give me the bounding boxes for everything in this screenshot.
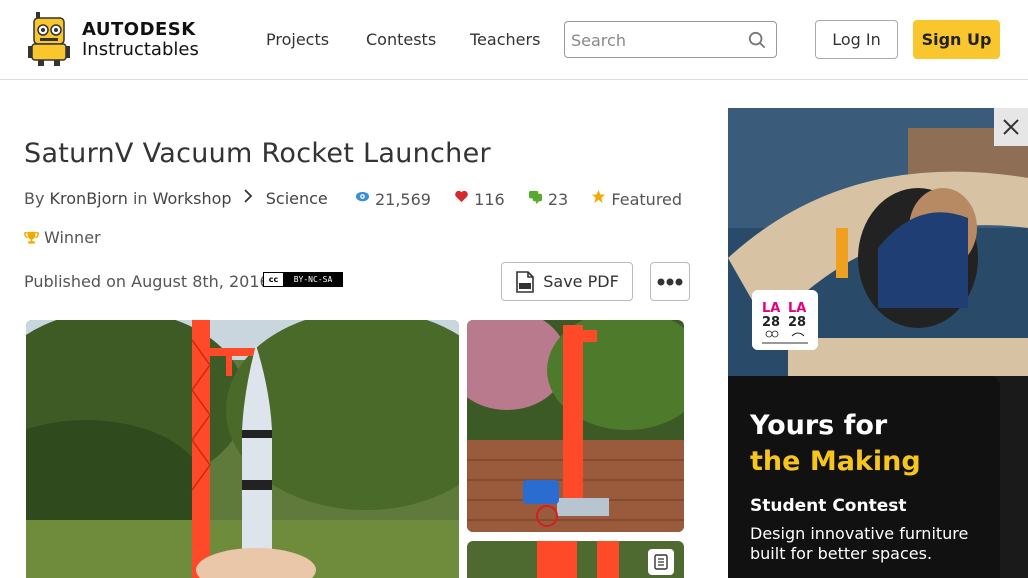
comments-stat[interactable]: 23 bbox=[528, 189, 568, 209]
save-pdf-button[interactable]: Save PDF bbox=[501, 262, 633, 301]
ad-headline-line1: Yours for bbox=[750, 410, 888, 441]
trophy-icon bbox=[24, 231, 39, 244]
project-title: SaturnV Vacuum Rocket Launcher bbox=[24, 138, 491, 169]
main-project-image[interactable] bbox=[26, 320, 459, 578]
views-count: 21,569 bbox=[374, 189, 431, 209]
rocket-launcher-photo bbox=[26, 320, 459, 578]
nav-contests[interactable]: Contests bbox=[366, 30, 436, 49]
featured-badge: Featured bbox=[591, 189, 682, 209]
svg-text:LA: LA bbox=[762, 301, 780, 316]
cc-logo: cc bbox=[264, 273, 284, 286]
nav-projects[interactable]: Projects bbox=[266, 30, 329, 49]
gallery-thumbnail-1[interactable] bbox=[467, 320, 684, 532]
by-label: By bbox=[24, 189, 45, 208]
license-terms: BY-NC-SA bbox=[284, 273, 342, 286]
ad-subtitle: Student Contest bbox=[750, 496, 907, 516]
eye-icon bbox=[355, 191, 369, 201]
featured-label: Featured bbox=[611, 189, 683, 209]
winner-label: Winner bbox=[44, 228, 101, 247]
gallery-icon bbox=[654, 554, 668, 570]
svg-text:28: 28 bbox=[788, 315, 806, 330]
cc-license-badge[interactable]: cc BY-NC-SA bbox=[263, 272, 343, 287]
chevron-right-icon bbox=[244, 189, 252, 203]
category-link[interactable]: Workshop bbox=[153, 189, 232, 208]
close-ad-button[interactable] bbox=[994, 108, 1028, 146]
author-link[interactable]: KronBjorn bbox=[50, 189, 128, 208]
advertisement-banner[interactable]: LA LA 28 28 Yours for the Making Student… bbox=[728, 108, 1028, 578]
signup-button[interactable]: Sign Up bbox=[913, 20, 1000, 59]
heart-icon bbox=[455, 190, 468, 202]
pdf-icon bbox=[516, 270, 535, 293]
svg-text:28: 28 bbox=[762, 315, 780, 330]
ad-text-panel: Yours for the Making Student Contest Des… bbox=[728, 376, 1000, 578]
close-icon bbox=[1003, 119, 1019, 135]
favorites-stat: 116 bbox=[454, 189, 505, 209]
nav-teachers[interactable]: Teachers bbox=[470, 30, 540, 49]
logo-instructables-text: Instructables bbox=[82, 39, 199, 60]
la28-logo: LA LA 28 28 bbox=[752, 290, 818, 350]
ad-body-text: Design innovative furniture built for be… bbox=[750, 524, 969, 563]
more-options-button[interactable] bbox=[650, 262, 690, 301]
favorites-count: 116 bbox=[474, 189, 505, 209]
search-box bbox=[564, 21, 777, 58]
logo-autodesk-text: AUTODESK bbox=[82, 19, 196, 40]
ellipsis-icon bbox=[657, 278, 683, 285]
comments-count: 23 bbox=[547, 189, 569, 209]
gallery-thumbnail-2[interactable] bbox=[467, 541, 684, 578]
save-pdf-label: Save PDF bbox=[543, 272, 619, 291]
comment-icon bbox=[528, 190, 542, 204]
in-label: in bbox=[132, 189, 148, 208]
winner-badge: Winner bbox=[24, 228, 101, 247]
site-header: AUTODESK Instructables Projects Contests… bbox=[0, 0, 1028, 80]
search-input[interactable] bbox=[571, 28, 741, 52]
project-meta: By KronBjorn in Workshop Science 21,569 … bbox=[24, 188, 682, 210]
launcher-garden-photo bbox=[467, 320, 684, 532]
la28-logo-graphic: LA LA 28 28 bbox=[752, 290, 818, 350]
published-date: Published on August 8th, 2016 bbox=[24, 272, 270, 291]
robot-mascot-icon bbox=[28, 12, 70, 66]
gallery-button[interactable] bbox=[648, 549, 674, 575]
star-icon bbox=[592, 189, 606, 203]
svg-text:LA: LA bbox=[788, 301, 806, 316]
views-stat: 21,569 bbox=[355, 189, 431, 209]
ad-headline-line2: the Making bbox=[750, 446, 921, 477]
login-button[interactable]: Log In bbox=[815, 20, 898, 59]
search-icon[interactable] bbox=[748, 31, 766, 49]
instructables-logo[interactable]: AUTODESK Instructables bbox=[26, 10, 206, 70]
subcategory-link[interactable]: Science bbox=[266, 189, 328, 208]
